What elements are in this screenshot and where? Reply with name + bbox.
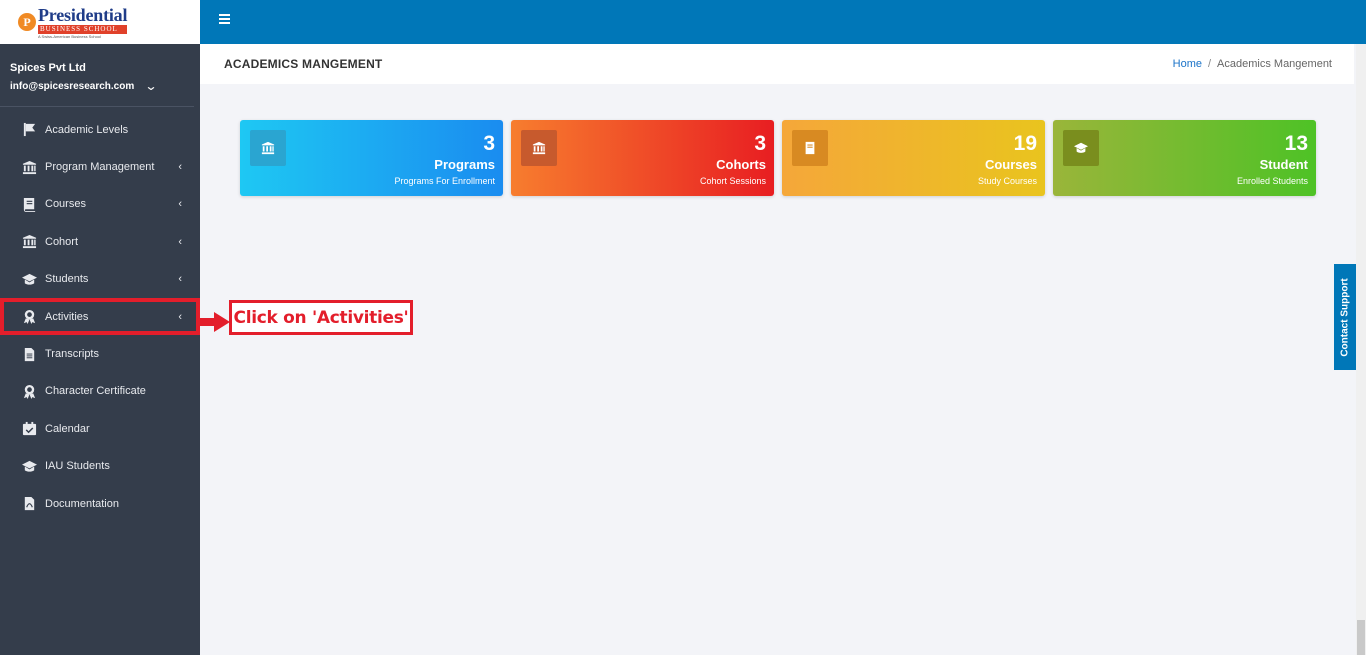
instruction-callout: Click on 'Activities' [229,300,413,335]
chevron-left-icon: ‹ [178,161,182,174]
breadcrumb-home-link[interactable]: Home [1173,58,1202,70]
graduation-cap-icon [21,458,37,474]
callout-arrow-icon [198,312,230,332]
breadcrumb: Home / Academics Mangement [1173,58,1332,70]
user-company: Spices Pvt Ltd [10,62,86,74]
menu-toggle-icon[interactable] [219,14,230,24]
chevron-left-icon: ‹ [178,273,182,286]
sidebar-item-transcripts[interactable]: Transcripts [0,335,200,372]
sidebar-item-label: Cohort [45,235,79,248]
callout-text: Click on 'Activities' [233,307,409,328]
graduation-cap-icon [1063,130,1099,166]
sidebar-item-label: Activities [45,310,89,323]
card-subtitle: Programs For Enrollment [394,176,495,186]
card-subtitle: Enrolled Students [1236,176,1308,186]
contact-support-tab[interactable]: Contact Support [1334,264,1356,370]
card-value: 19 [1013,132,1037,155]
scrollbar-thumb[interactable] [1357,620,1365,655]
bank-icon [250,130,286,166]
user-profile[interactable]: Spices Pvt Ltd info@spicesresearch.com ⌄ [0,44,194,107]
sidebar-item-students[interactable]: Students ‹ [0,261,200,298]
graduation-cap-icon [21,271,37,287]
logo-tagline: A Swiss-American Business School [38,33,101,39]
card-title: Programs [434,157,495,172]
card-value: 3 [483,132,495,155]
card-subtitle: Cohort Sessions [699,176,766,186]
bank-icon [521,130,557,166]
card-title: Cohorts [716,157,766,172]
sidebar-item-character-certificate[interactable]: Character Certificate [0,373,200,410]
book-icon [792,130,828,166]
cohorts-card[interactable]: 3 Cohorts Cohort Sessions [511,120,774,196]
sidebar-item-label: Program Management [45,161,155,174]
card-title: Courses [984,157,1037,172]
chevron-left-icon: ‹ [178,198,182,211]
sidebar-item-label: Character Certificate [45,385,146,398]
logo-sub-text: BUSINESS SCHOOL [38,24,128,34]
bank-icon [21,234,37,250]
sidebar-item-label: Academic Levels [45,123,129,136]
award-icon [21,383,37,399]
breadcrumb-separator: / [1207,58,1212,70]
bank-icon [21,159,37,175]
sidebar-item-iau-students[interactable]: IAU Students [0,448,200,485]
pdf-file-icon [21,496,37,512]
courses-card[interactable]: 19 Courses Study Courses [782,120,1045,196]
breadcrumb-current: Academics Mangement [1217,58,1332,70]
card-subtitle: Study Courses [977,176,1037,186]
logo-main-text: Presidential [38,4,128,25]
book-icon [21,196,37,212]
chevron-down-icon[interactable]: ⌄ [145,79,158,93]
page-header: ACADEMICS MANGEMENT Home / Academics Mange… [200,44,1354,84]
sidebar-nav: Academic Levels Program Management ‹ Cou… [0,111,200,522]
sidebar-item-label: Calendar [45,422,90,435]
page-title: ACADEMICS MANGEMENT [224,57,383,71]
file-icon [21,346,37,362]
sidebar-item-label: IAU Students [45,460,110,473]
calendar-check-icon [21,421,37,437]
sidebar-item-academic-levels[interactable]: Academic Levels [0,111,200,148]
card-value: 3 [754,132,766,155]
card-value: 13 [1284,132,1308,155]
sidebar-item-label: Documentation [45,497,119,510]
logo-badge: P [18,13,36,31]
stat-cards: 3 Programs Programs For Enrollment 3 Coh… [240,120,1316,196]
flag-icon [21,122,37,138]
sidebar: P Presidential BUSINESS SCHOOL A Swiss-A… [0,0,200,655]
page-scrollbar[interactable] [1356,44,1366,655]
sidebar-item-label: Courses [45,198,86,211]
programs-card[interactable]: 3 Programs Programs For Enrollment [240,120,503,196]
sidebar-item-courses[interactable]: Courses ‹ [0,186,200,223]
card-title: Student [1259,157,1308,172]
sidebar-item-label: Students [45,273,89,286]
students-card[interactable]: 13 Student Enrolled Students [1053,120,1316,196]
user-email: info@spicesresearch.com [10,80,135,92]
top-bar [200,0,1366,44]
sidebar-item-calendar[interactable]: Calendar [0,410,200,447]
sidebar-item-program-management[interactable]: Program Management ‹ [0,148,200,185]
chevron-left-icon: ‹ [178,310,182,323]
sidebar-item-cohort[interactable]: Cohort ‹ [0,223,200,260]
sidebar-item-documentation[interactable]: Documentation [0,485,200,522]
chevron-left-icon: ‹ [178,235,182,248]
sidebar-item-label: Transcripts [45,348,99,361]
logo[interactable]: P Presidential BUSINESS SCHOOL A Swiss-A… [0,0,200,44]
award-icon [21,309,37,325]
sidebar-item-activities[interactable]: Activities ‹ [0,297,200,336]
contact-support-label: Contact Support [1339,277,1351,357]
